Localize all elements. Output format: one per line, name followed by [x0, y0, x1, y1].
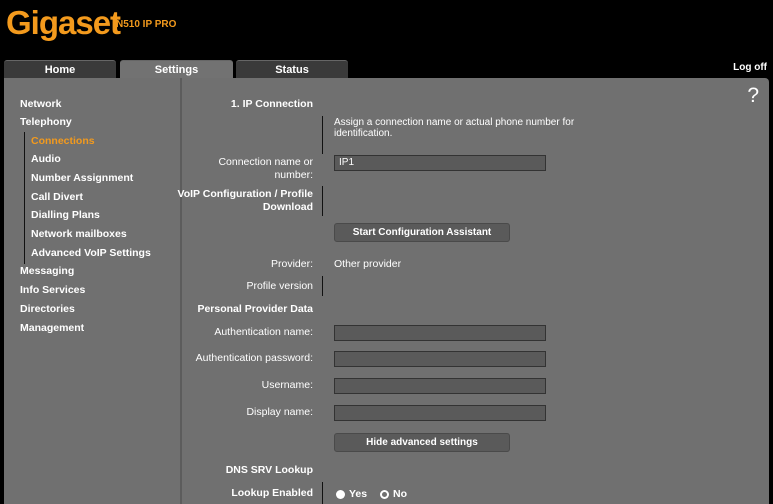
connection-hint: Assign a connection name or actual phone… [334, 117, 575, 139]
hide-advanced-settings-button[interactable]: Hide advanced settings [334, 433, 510, 452]
header-bar: Gigaset N510 IP PRO Home Settings Status… [0, 0, 773, 79]
lookup-no-radio[interactable]: No [380, 488, 407, 500]
lookup-no-label: No [393, 488, 407, 500]
tab-home[interactable]: Home [4, 60, 116, 79]
sidebar-item-messaging[interactable]: Messaging [20, 265, 74, 277]
connection-name-input[interactable]: IP1 [334, 155, 546, 171]
model-name: N510 IP PRO [116, 19, 177, 30]
username-input[interactable] [334, 378, 546, 394]
help-icon[interactable]: ? [747, 84, 759, 108]
radio-selected-icon [336, 489, 345, 499]
display-name-input[interactable] [334, 405, 546, 421]
sidebar-item-connections[interactable]: Connections [31, 135, 95, 147]
radio-unselected-icon [380, 489, 389, 499]
sidebar-item-management[interactable]: Management [20, 322, 84, 334]
personal-provider-data-heading: Personal Provider Data [197, 303, 313, 315]
lookup-yes-label: Yes [349, 488, 368, 500]
log-off-link[interactable]: Log off [733, 62, 767, 73]
auth-password-label: Authentication password: [195, 352, 313, 364]
row-divider [322, 116, 323, 154]
gigaset-logo: Gigaset [6, 4, 121, 41]
profile-version-label: Profile version [246, 280, 313, 292]
sidebar-item-dialling-plans[interactable]: Dialling Plans [31, 209, 100, 221]
sidebar-item-info-services[interactable]: Info Services [20, 284, 85, 296]
section-ip-connection: 1. IP Connection [230, 98, 313, 110]
row-divider [322, 482, 323, 504]
start-config-assistant-button[interactable]: Start Configuration Assistant [334, 223, 510, 242]
sidebar-item-network-mailboxes[interactable]: Network mailboxes [31, 228, 127, 240]
auth-name-input[interactable] [334, 325, 546, 341]
lookup-enabled-label: Lookup Enabled [231, 487, 313, 499]
sidebar-item-advanced-voip[interactable]: Advanced VoIP Settings [31, 247, 151, 259]
sidebar-item-call-divert[interactable]: Call Divert [31, 191, 83, 203]
voip-config-label-1: VoIP Configuration / Profile [177, 188, 313, 200]
panel-divider [180, 78, 182, 504]
settings-panel: Network Telephony Connections Audio Numb… [4, 78, 769, 504]
provider-label: Provider: [270, 258, 313, 270]
connection-name-label-1: Connection name or [218, 156, 313, 168]
sidebar-item-telephony[interactable]: Telephony [20, 116, 72, 128]
row-divider [322, 276, 323, 296]
username-label: Username: [261, 379, 313, 391]
connection-name-label-2: number: [274, 169, 313, 181]
dns-srv-lookup-heading: DNS SRV Lookup [225, 464, 313, 476]
auth-name-label: Authentication name: [214, 326, 313, 338]
tab-settings[interactable]: Settings [120, 60, 233, 79]
sidebar-item-network[interactable]: Network [20, 98, 61, 110]
sidebar-nav: Network Telephony Connections Audio Numb… [4, 78, 177, 504]
submenu-divider [24, 132, 25, 264]
tab-status[interactable]: Status [236, 60, 348, 79]
lookup-yes-radio[interactable]: Yes [336, 488, 367, 500]
provider-value: Other provider [334, 258, 402, 270]
row-divider [322, 186, 323, 216]
sidebar-item-directories[interactable]: Directories [20, 303, 75, 315]
voip-config-label-2: Download [262, 201, 313, 213]
sidebar-item-number-assignment[interactable]: Number Assignment [31, 172, 133, 184]
auth-password-input[interactable] [334, 351, 546, 367]
display-name-label: Display name: [246, 406, 313, 418]
sidebar-item-audio[interactable]: Audio [31, 153, 61, 165]
